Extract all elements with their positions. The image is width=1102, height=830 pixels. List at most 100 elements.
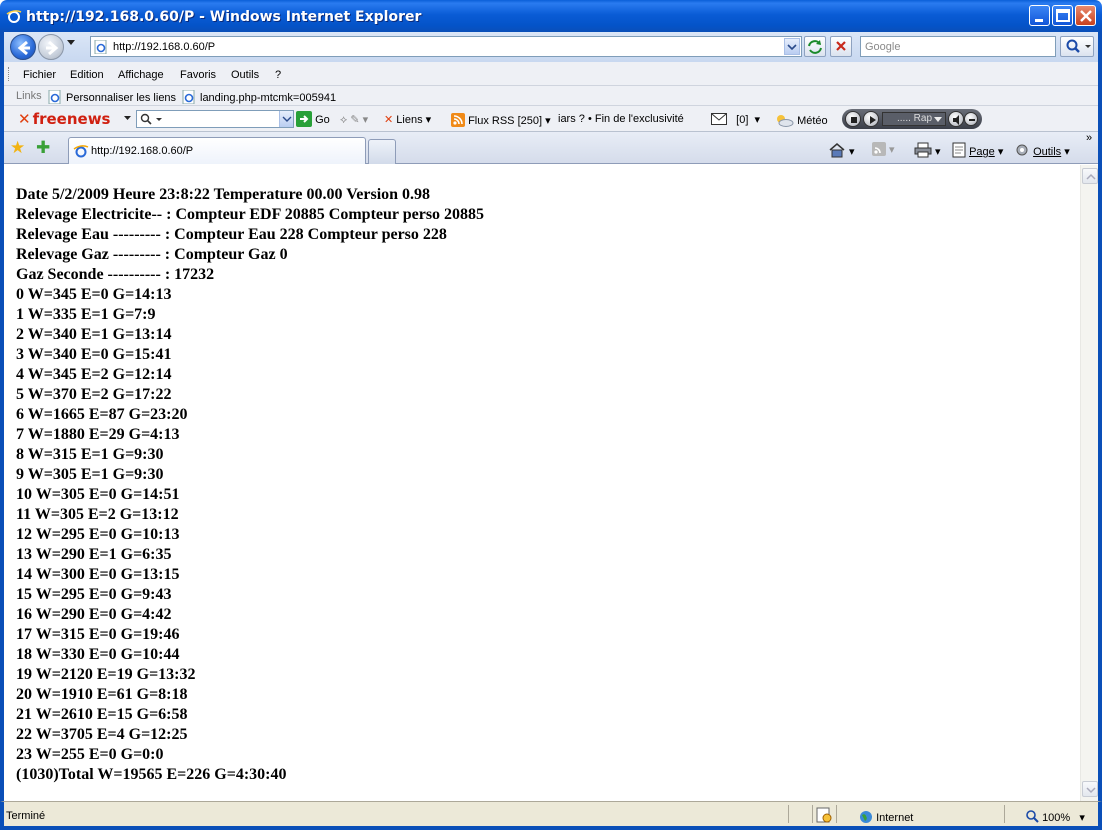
zone-label: Internet	[876, 812, 914, 824]
feeds-button[interactable]: ▾	[872, 142, 895, 156]
back-button[interactable]	[10, 34, 36, 60]
page-line: Relevage Eau --------- : Compteur Eau 22…	[16, 226, 447, 243]
page-text: Date 5/2/2009 Heure 23:8:22 Temperature …	[16, 185, 484, 785]
scroll-down-button[interactable]	[1082, 781, 1098, 797]
mail-button[interactable]: [0] ▾	[711, 113, 760, 126]
station-select[interactable]: ..... Rap	[882, 112, 946, 126]
status-text: Terminé	[6, 810, 46, 822]
mail-count: [0]	[736, 114, 749, 126]
rss-icon	[451, 113, 465, 127]
page-line: Date 5/2/2009 Heure 23:8:22 Temperature …	[16, 186, 431, 203]
favorites-star-icon[interactable]: ★	[10, 138, 25, 158]
page-line: Relevage Gaz --------- : Compteur Gaz 0	[16, 246, 288, 263]
minimize-button[interactable]	[1029, 5, 1050, 26]
tab-active[interactable]: http://192.168.0.60/P	[68, 137, 366, 164]
rss-feed-menu[interactable]: Flux RSS [250] ▾	[451, 113, 551, 127]
page-line: 21 W=2610 E=15 G=6:58	[16, 706, 188, 723]
refresh-icon	[808, 40, 822, 54]
freenews-small-x-icon: ✕	[384, 114, 394, 126]
tab-bar: ★ ✚ http://192.168.0.60/P ▾ ▾ ▾ Page ▾ O…	[4, 132, 1098, 164]
page-line: 1 W=335 E=1 G=7:9	[16, 306, 156, 323]
nav-arrows-icon[interactable]: ⟡ ✎ ▾	[340, 113, 368, 127]
magnifier-icon	[140, 113, 162, 125]
stop-radio-button[interactable]	[845, 111, 861, 127]
page-icon	[952, 142, 966, 158]
toolbar-grip[interactable]	[8, 67, 10, 81]
protected-mode-icon[interactable]	[816, 807, 832, 823]
tab-title: http://192.168.0.60/P	[91, 145, 194, 157]
freenews-logo[interactable]: ✕ freenews	[18, 110, 111, 128]
window-title: http://192.168.0.60/P - Windows Internet…	[26, 9, 422, 25]
page-ie-icon	[94, 40, 107, 54]
maximize-button[interactable]	[1052, 5, 1073, 26]
menu-affichage[interactable]: Affichage	[118, 69, 164, 81]
chevron-down-icon	[934, 117, 942, 122]
zoom-icon	[1026, 810, 1039, 823]
go-button[interactable]: Go	[296, 111, 330, 127]
page-line: 10 W=305 E=0 G=14:51	[16, 486, 180, 503]
search-input[interactable]: Google	[860, 36, 1056, 57]
refresh-button[interactable]	[804, 36, 826, 57]
page-line: 17 W=315 E=0 G=19:46	[16, 626, 180, 643]
page-line: 13 W=290 E=1 G=6:35	[16, 546, 172, 563]
search-placeholder: Google	[865, 41, 901, 53]
liens-label: Liens	[396, 114, 423, 126]
status-bar: Terminé Internet 100% ▾	[0, 801, 1102, 830]
freenews-search-input[interactable]	[136, 110, 294, 128]
zoom-control[interactable]: 100% ▾	[1026, 810, 1085, 824]
vertical-scrollbar[interactable]	[1080, 165, 1098, 801]
meteo-button[interactable]: Météo	[774, 113, 828, 127]
address-bar[interactable]: http://192.168.0.60/P	[90, 36, 802, 57]
print-icon	[914, 142, 932, 158]
freenews-x-icon: ✕	[18, 110, 31, 128]
page-content: Date 5/2/2009 Heure 23:8:22 Temperature …	[4, 165, 1080, 801]
security-zone[interactable]: Internet	[859, 810, 913, 824]
new-tab-button[interactable]	[368, 139, 396, 164]
page-line: 18 W=330 E=0 G=10:44	[16, 646, 180, 663]
home-button[interactable]: ▾	[828, 142, 855, 158]
menu-favoris[interactable]: Favoris	[180, 69, 216, 81]
page-line: 0 W=345 E=0 G=14:13	[16, 286, 172, 303]
chevron-more-icon[interactable]: »	[1086, 132, 1092, 144]
link-landing[interactable]: landing.php-mtcmk=005941	[182, 90, 336, 104]
scroll-up-button[interactable]	[1082, 168, 1098, 184]
address-dropdown-button[interactable]	[784, 38, 800, 55]
forward-button[interactable]	[38, 34, 64, 60]
page-line: 4 W=345 E=2 G=12:14	[16, 366, 172, 383]
freenews-search-dropdown[interactable]	[279, 111, 293, 127]
freenews-dropdown-icon[interactable]	[124, 116, 131, 121]
close-button[interactable]	[1075, 5, 1096, 26]
volume-button[interactable]	[948, 111, 964, 127]
page-line: 12 W=295 E=0 G=10:13	[16, 526, 180, 543]
play-radio-button[interactable]	[863, 111, 879, 127]
radio-player: ..... Rap	[842, 109, 982, 129]
tools-menu[interactable]: Outils ▾	[1014, 142, 1070, 158]
history-dropdown-icon[interactable]	[67, 40, 75, 46]
page-line: 19 W=2120 E=19 G=13:32	[16, 666, 196, 683]
menu-fichier[interactable]: Fichier	[23, 69, 56, 81]
home-icon	[829, 143, 845, 158]
page-line: 5 W=370 E=2 G=17:22	[16, 386, 172, 403]
title-bar[interactable]: http://192.168.0.60/P - Windows Internet…	[0, 0, 1102, 32]
status-separator	[1004, 805, 1005, 823]
page-line: Gaz Seconde ---------- : 17232	[16, 266, 215, 283]
stop-button[interactable]	[830, 36, 852, 57]
menu-edition[interactable]: Edition	[70, 69, 104, 81]
ie-page-icon	[48, 90, 61, 104]
news-ticker[interactable]: iars ? • Fin de l'exclusivité	[558, 113, 684, 125]
address-url[interactable]: http://192.168.0.60/P	[113, 41, 215, 53]
page-line: 14 W=300 E=0 G=13:15	[16, 566, 180, 583]
rss-label: Flux RSS [250]	[468, 115, 543, 127]
add-favorite-icon[interactable]: ✚	[36, 138, 50, 158]
page-menu-label: Page	[969, 146, 995, 158]
search-button[interactable]	[1060, 36, 1094, 57]
link-personnaliser[interactable]: Personnaliser les liens	[48, 90, 176, 104]
menu-help[interactable]: ?	[275, 69, 281, 81]
page-line: 22 W=3705 E=4 G=12:25	[16, 726, 188, 743]
radio-menu-button[interactable]	[964, 112, 978, 126]
print-button[interactable]: ▾	[914, 142, 941, 158]
liens-menu[interactable]: ✕ Liens ▾	[384, 113, 431, 126]
page-menu[interactable]: Page ▾	[952, 142, 1003, 158]
back-arrow-icon	[17, 40, 30, 56]
menu-outils[interactable]: Outils	[231, 69, 259, 81]
